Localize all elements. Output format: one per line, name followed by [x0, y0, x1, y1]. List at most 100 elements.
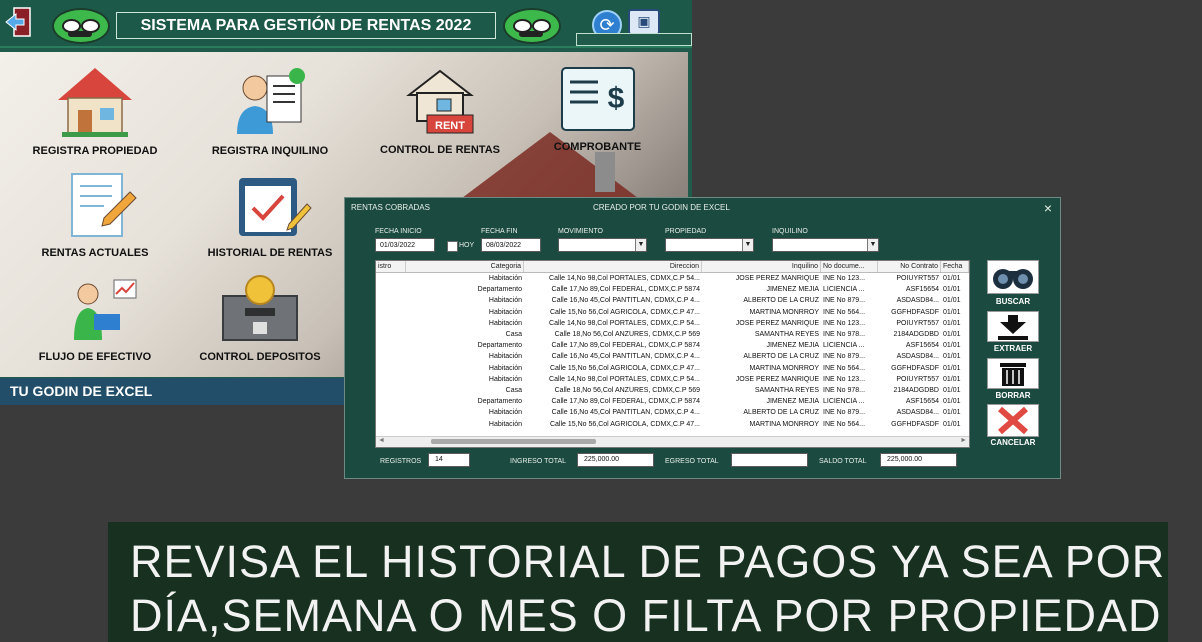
column-header[interactable]: No docume...: [821, 261, 878, 272]
table-cell: [378, 407, 404, 418]
video-caption: REVISA EL HISTORIAL DE PAGOS YA SEA POR …: [108, 522, 1168, 642]
table-cell: [378, 284, 404, 295]
save-icon[interactable]: ▣: [628, 9, 660, 35]
propiedad-select[interactable]: ▼: [665, 238, 754, 252]
caption-line-2: DÍA,SEMANA O MES O FILTA POR PROPIEDAD: [130, 590, 1162, 641]
column-header[interactable]: Fecha: [941, 261, 969, 272]
menu-control-de-rentas[interactable]: RENT CONTROL DE RENTAS: [375, 67, 505, 156]
table-row[interactable]: Habitación Calle 16,No 45,Col PANTITLAN, …: [376, 351, 969, 362]
scroll-right-icon[interactable]: ►: [960, 437, 967, 444]
menu-label: REGISTRA PROPIEDAD: [32, 145, 158, 157]
menu-label: FLUJO DE EFECTIVO: [38, 351, 152, 363]
borrar-button[interactable]: [987, 358, 1039, 389]
hoy-checkbox[interactable]: [447, 241, 458, 252]
table-cell: [378, 340, 404, 351]
movimiento-select[interactable]: ▼: [558, 238, 647, 252]
table-cell: MARTINA MONRROY: [749, 420, 820, 428]
menu-control-depositos[interactable]: CONTROL DEPOSITOS: [195, 274, 325, 363]
table-cell: 01/01: [943, 331, 961, 338]
menu-comprobante[interactable]: $ COMPROBANTE: [535, 64, 660, 153]
fecha-inicio-input[interactable]: 01/03/2022: [375, 238, 435, 252]
table-row[interactable]: Habitación Calle 14,No 98,Col PORTALES, C…: [376, 318, 969, 329]
column-header[interactable]: istro: [376, 261, 406, 272]
table-cell: 01/01: [943, 319, 961, 327]
registros-value: 14: [428, 453, 470, 467]
cancelar-button[interactable]: [987, 404, 1039, 437]
table-cell: ALBERTO DE LA CRUZ: [743, 353, 819, 361]
table-cell: 01/01: [943, 275, 961, 282]
table-cell: JIMENEZ MEJIA: [766, 342, 819, 350]
menu-historial-de-rentas[interactable]: HISTORIAL DE RENTAS: [205, 174, 335, 259]
table-row[interactable]: Habitación Calle 15,No 56,Col AGRICOLA, C…: [376, 419, 969, 430]
close-icon[interactable]: ×: [1044, 198, 1052, 218]
menu-flujo-de-efectivo[interactable]: FLUJO DE EFECTIVO: [30, 274, 160, 363]
table-row[interactable]: Habitación Calle 15,No 56,Col AGRICOLA, C…: [376, 363, 969, 374]
menu-rentas-actuales[interactable]: RENTAS ACTUALES: [30, 170, 160, 259]
table-cell: 01/01: [943, 286, 961, 294]
column-header[interactable]: Inquilino: [702, 261, 821, 272]
table-cell: INE No 978...: [823, 331, 866, 338]
fecha-fin-input[interactable]: 08/03/2022: [481, 238, 541, 252]
table-cell: JOSE PEREZ MANRIQUE: [735, 375, 819, 383]
menu-registra-inquilino[interactable]: REGISTRA INQUILINO: [205, 64, 335, 157]
table-cell: Calle 16,No 45,Col PANTITLAN, CDMX,C.P 4…: [551, 353, 700, 361]
document-pen-icon: [71, 173, 137, 237]
fecha-inicio-label: FECHA INICIO: [375, 228, 422, 235]
chevron-down-icon[interactable]: ▼: [867, 239, 878, 251]
column-header[interactable]: Direccion: [524, 261, 702, 272]
table-row[interactable]: Habitación Calle 15,No 56,Col AGRICOLA, C…: [376, 307, 969, 318]
scroll-left-icon[interactable]: ◄: [378, 437, 385, 444]
deposit-box-icon: [222, 275, 298, 341]
receipt-icon: $: [560, 67, 635, 131]
table-row[interactable]: Habitación Calle 14,No 98,Col PORTALES, C…: [376, 374, 969, 385]
egreso-total-value: [731, 453, 808, 467]
results-table[interactable]: istro Categoria Direccion Inquilino No d…: [375, 260, 970, 448]
table-cell: Calle 18,No 56,Col ANZURES, CDMX,C.P 569: [554, 331, 700, 338]
table-cell: Habitación: [488, 364, 522, 372]
horizontal-scrollbar[interactable]: ◄ ►: [376, 436, 969, 447]
table-cell: Calle 16,No 45,Col PANTITLAN, CDMX,C.P 4…: [551, 297, 700, 305]
column-header[interactable]: Categoria: [406, 261, 524, 272]
table-row[interactable]: Habitación Calle 14,No 98,Col PORTALES, C…: [376, 273, 969, 284]
table-row[interactable]: Casa Calle 18,No 56,Col ANZURES, CDMX,C.P…: [376, 385, 969, 396]
exit-icon[interactable]: [4, 6, 34, 38]
caption-line-1: REVISA EL HISTORIAL DE PAGOS YA SEA POR: [130, 536, 1166, 587]
fecha-fin-label: FECHA FIN: [481, 228, 518, 235]
extraer-button[interactable]: [987, 311, 1039, 342]
table-cell: 01/01: [943, 353, 961, 361]
logo-mask-icon: [52, 8, 110, 44]
chevron-down-icon[interactable]: ▼: [635, 239, 646, 251]
table-row[interactable]: Casa Calle 18,No 56,Col ANZURES, CDMX,C.P…: [376, 329, 969, 340]
table-cell: Calle 14,No 98,Col PORTALES, CDMX,C.P 54…: [549, 375, 700, 383]
table-cell: [378, 318, 404, 329]
table-cell: 01/01: [943, 420, 961, 428]
scrollbar-thumb[interactable]: [431, 439, 596, 444]
table-cell: JIMENEZ MEJIA: [766, 286, 819, 294]
table-row[interactable]: Departamento Calle 17,No 89,Col FEDERAL, …: [376, 396, 969, 407]
table-row[interactable]: Habitación Calle 16,No 45,Col PANTITLAN, …: [376, 407, 969, 418]
binoculars-icon: [993, 269, 1033, 289]
house-icon: [58, 68, 132, 137]
table-row[interactable]: Departamento Calle 17,No 89,Col FEDERAL, …: [376, 340, 969, 351]
table-row[interactable]: Habitación Calle 16,No 45,Col PANTITLAN, …: [376, 295, 969, 306]
menu-registra-propiedad[interactable]: REGISTRA PROPIEDAD: [30, 64, 160, 157]
column-header[interactable]: No Contrato: [878, 261, 941, 272]
ingreso-total-label: INGRESO TOTAL: [510, 458, 567, 465]
table-cell: [378, 374, 404, 385]
table-cell: Habitación: [488, 308, 522, 316]
table-cell: ASF15654: [905, 286, 939, 294]
table-row[interactable]: Departamento Calle 17,No 89,Col FEDERAL, …: [376, 284, 969, 295]
table-cell: Habitación: [488, 319, 522, 327]
menu-label: REGISTRA INQUILINO: [211, 145, 329, 157]
table-cell: 01/01: [943, 308, 961, 316]
table-cell: INE No 879...: [823, 409, 866, 417]
table-cell: Calle 17,No 89,Col FEDERAL, CDMX,C.P 587…: [551, 286, 701, 294]
download-icon: [998, 315, 1028, 340]
dialog-title-bar: RENTAS COBRADAS CREADO POR TU GODIN DE E…: [345, 198, 1060, 218]
chevron-down-icon[interactable]: ▼: [742, 239, 753, 251]
inquilino-select[interactable]: ▼: [772, 238, 879, 252]
logo-mask-icon: [503, 8, 561, 44]
table-cell: LICIENCIA ...: [823, 286, 865, 294]
buscar-button[interactable]: [987, 260, 1039, 294]
table-cell: 01/01: [943, 409, 961, 417]
